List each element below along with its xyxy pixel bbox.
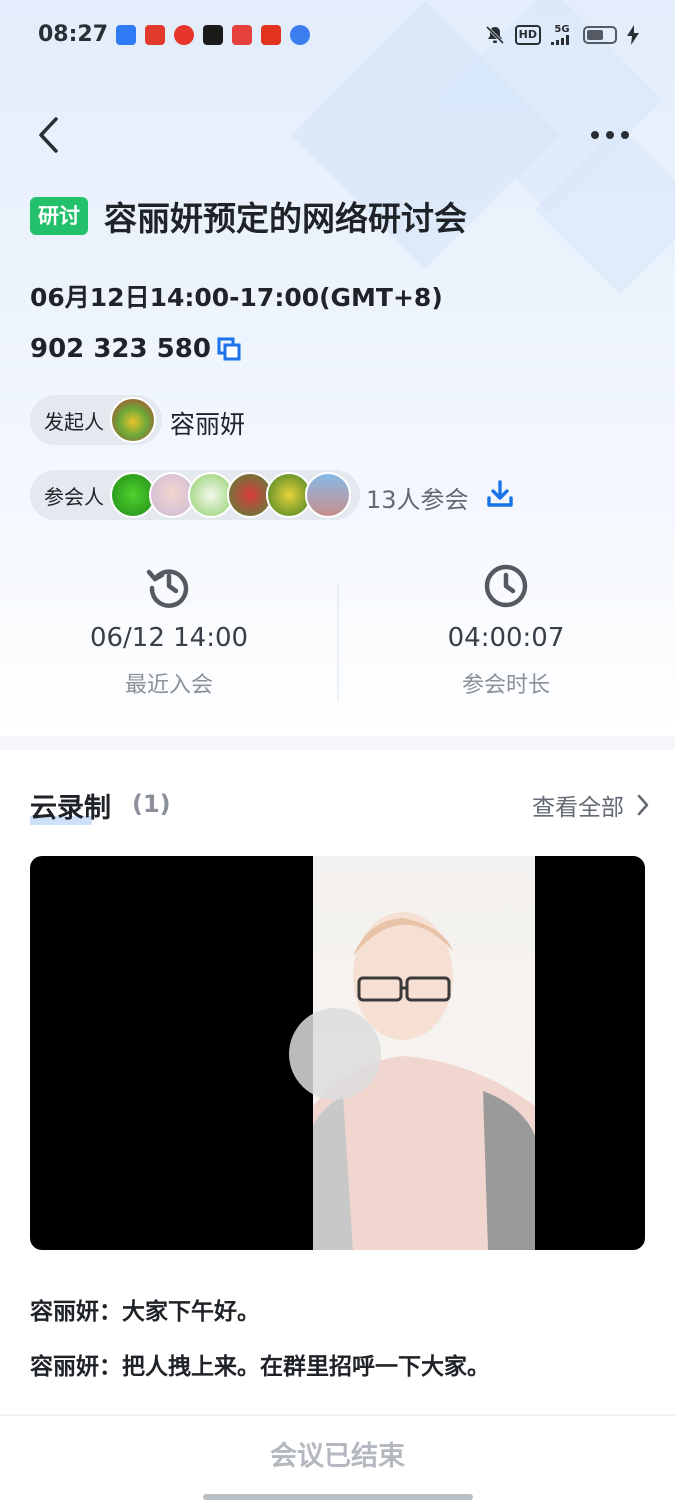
jd-icon	[145, 25, 165, 45]
avatar	[305, 472, 351, 518]
meeting-ended-status: 会议已结束	[270, 1441, 405, 1472]
organizer-label: 发起人	[44, 409, 104, 434]
more-dots-icon	[591, 131, 629, 139]
pinduoduo-icon	[261, 25, 281, 45]
meeting-stats: 06/12 14:00 最近入会 04:00:07 参会时长	[0, 555, 675, 715]
organizer-avatar[interactable]	[110, 397, 156, 443]
meeting-title-row: 研讨 容丽妍预定的网络研讨会	[30, 192, 467, 240]
section-divider	[0, 736, 675, 750]
feishu-icon	[116, 25, 136, 45]
mute-bell-icon	[485, 25, 504, 45]
last-join-value: 06/12 14:00	[89, 623, 249, 653]
view-all-link[interactable]: 查看全部	[532, 788, 650, 822]
bottom-bar: 会议已结束	[0, 1414, 675, 1500]
system-icons: HD 5G	[485, 25, 639, 45]
meeting-type-tag: 研讨	[30, 197, 88, 235]
transcript-line: 容丽妍：把人拽上来。在群里招呼一下大家。	[30, 1347, 650, 1381]
cloud-recording-header: 云录制 (1) 查看全部	[30, 786, 650, 826]
play-button[interactable]	[289, 1008, 381, 1100]
organizer-name: 容丽妍	[170, 410, 246, 439]
last-join-label: 最近入会	[124, 673, 213, 698]
recording-count: (1)	[132, 790, 171, 818]
copy-icon[interactable]	[217, 337, 241, 361]
clock-icon	[484, 564, 528, 608]
meeting-title: 容丽妍预定的网络研讨会	[104, 199, 467, 238]
chevron-right-icon	[637, 794, 649, 816]
signal-bars-icon	[551, 35, 569, 45]
cloud-recording-title: 云录制	[30, 793, 111, 824]
attendee-count: 13人参会	[366, 486, 469, 514]
transcript-speaker: 容丽妍：	[30, 1354, 122, 1380]
recording-video-thumbnail[interactable]	[30, 856, 645, 1250]
chevron-left-icon	[39, 117, 58, 153]
download-icon[interactable]	[484, 478, 516, 510]
home-indicator[interactable]	[203, 1494, 473, 1500]
meeting-time-range: 06月12日14:00-17:00(GMT+8)	[30, 283, 443, 312]
hd-icon: HD	[514, 25, 541, 45]
transcript-speaker: 容丽妍：	[30, 1299, 122, 1325]
notification-app-icons	[116, 25, 310, 45]
meeting-id: 902 323 580	[30, 334, 211, 364]
duration-stat: 04:00:07 参会时长	[337, 555, 675, 699]
attendee-avatars	[110, 472, 351, 518]
meeting-id-row: 902 323 580	[30, 334, 241, 364]
status-time: 08:27	[38, 22, 109, 47]
battery-icon	[583, 26, 617, 44]
transcript-text: 把人拽上来。在群里招呼一下大家。	[122, 1354, 490, 1380]
signal-icon: 5G	[551, 25, 573, 45]
douyin-icon	[203, 25, 223, 45]
organizer-pill: 发起人	[30, 395, 162, 445]
tencent-video-icon	[290, 25, 310, 45]
view-all-label: 查看全部	[532, 795, 624, 821]
toutiao-icon	[232, 25, 252, 45]
network-type: 5G	[554, 24, 570, 35]
attendees-pill[interactable]: 参会人	[30, 470, 360, 520]
attendees-label: 参会人	[44, 484, 104, 509]
duration-value: 04:00:07	[447, 623, 565, 653]
charging-icon	[627, 25, 639, 45]
video-app-icon	[174, 25, 194, 45]
last-join-stat: 06/12 14:00 最近入会	[0, 555, 338, 699]
status-bar: 08:27 HD 5G	[0, 0, 675, 70]
history-clock-icon	[146, 569, 189, 608]
more-options-button[interactable]	[584, 116, 636, 154]
back-button[interactable]	[28, 112, 68, 158]
duration-label: 参会时长	[461, 673, 550, 698]
transcript-line: 容丽妍：大家下午好。	[30, 1292, 650, 1326]
transcript-text: 大家下午好。	[122, 1299, 260, 1325]
